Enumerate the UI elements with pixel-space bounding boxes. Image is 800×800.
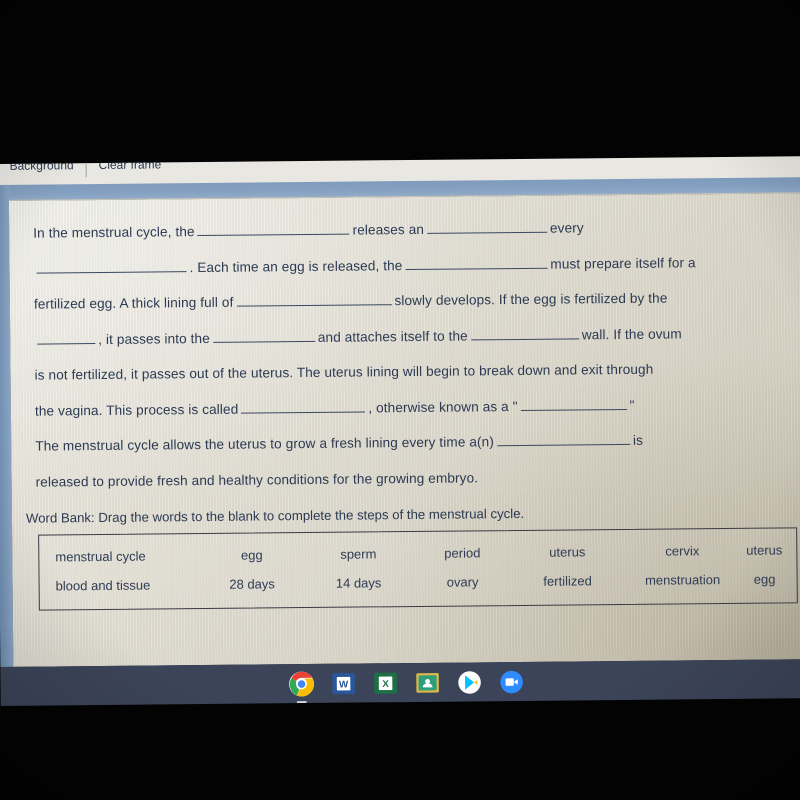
answer-blank[interactable]	[241, 400, 366, 414]
worksheet-text: "	[629, 397, 635, 413]
svg-text:W: W	[339, 679, 349, 690]
worksheet-line: , it passes into the and attaches itself …	[34, 326, 779, 347]
worksheet-text: is not fertilized, it passes out of the …	[34, 361, 654, 383]
word-bank-item[interactable]: period	[412, 545, 512, 561]
word-bank-item[interactable]: 14 days	[305, 575, 413, 591]
worksheet-text: released to provide fresh and healthy co…	[35, 469, 479, 490]
word-bank-item[interactable]: 28 days	[200, 576, 305, 592]
worksheet-text: every	[549, 220, 584, 236]
monitor-top-bezel	[0, 0, 800, 166]
monitor-bottom-bezel	[0, 698, 800, 800]
worksheet-text: the vagina. This process is called	[34, 401, 239, 419]
worksheet-text: and attaches itself to the	[317, 327, 468, 345]
answer-blank[interactable]	[405, 257, 548, 270]
word-bank-item[interactable]: cervix	[622, 543, 742, 559]
word-bank-item[interactable]: uterus	[742, 542, 786, 557]
worksheet-text: In the menstrual cycle, the	[33, 224, 195, 241]
excel-icon[interactable]: X	[372, 670, 398, 696]
word-bank-item[interactable]: sperm	[304, 546, 412, 562]
worksheet-text: releases an	[352, 221, 425, 238]
answer-blank[interactable]	[37, 332, 96, 345]
worksheet-line: the vagina. This process is called , othe…	[35, 397, 780, 418]
chrome-icon[interactable]	[288, 671, 315, 704]
worksheet-line: In the menstrual cycle, the releases an ev…	[33, 219, 778, 240]
word-bank-item[interactable]: egg	[743, 571, 787, 587]
worksheet-text: The menstrual cycle allows the uterus to…	[35, 434, 494, 454]
word-bank-item[interactable]: menstruation	[623, 572, 743, 588]
worksheet-line: fertilized egg. A thick lining full of sl…	[33, 290, 779, 312]
answer-blank[interactable]	[496, 433, 630, 447]
worksheet-text: is	[632, 432, 644, 448]
word-bank-item[interactable]: menstrual cycle	[49, 548, 199, 565]
answer-blank[interactable]	[36, 260, 187, 274]
worksheet-line: is not fertilized, it passes out of the …	[34, 361, 780, 383]
google-play-icon[interactable]	[456, 669, 482, 695]
zoom-icon[interactable]	[498, 669, 524, 695]
word-bank-prompt: Word Bank: Drag the words to the blank t…	[25, 505, 525, 526]
word-icon[interactable]: W	[330, 671, 356, 697]
answer-blank[interactable]	[470, 327, 579, 340]
word-bank[interactable]: menstrual cycle egg sperm period uterus cervi…	[38, 527, 798, 611]
svg-text:X: X	[382, 679, 389, 690]
worksheet-text: fertilized egg. A thick lining full of	[33, 294, 234, 312]
worksheet-text: must prepare itself for a	[550, 254, 696, 272]
word-bank-item[interactable]: egg	[199, 547, 304, 563]
worksheet-line: released to provide fresh and healthy co…	[36, 468, 781, 489]
word-bank-item[interactable]: uterus	[512, 544, 622, 560]
word-bank-item[interactable]: blood and tissue	[50, 577, 200, 594]
answer-blank[interactable]	[520, 398, 627, 411]
worksheet-text: wall. If the ovum	[581, 325, 682, 342]
answer-blank[interactable]	[212, 330, 315, 343]
answer-blank[interactable]	[236, 294, 392, 307]
worksheet-paragraph: In the menstrual cycle, the releases an ev…	[33, 219, 780, 489]
worksheet-text: , it passes into the	[98, 330, 210, 347]
worksheet-text: slowly develops. If the egg is fertilize…	[394, 290, 668, 309]
answer-blank[interactable]	[197, 223, 350, 237]
word-bank-row: blood and tissue 28 days 14 days ovary ferti…	[49, 564, 786, 600]
word-bank-item[interactable]: fertilized	[513, 573, 623, 589]
answer-blank[interactable]	[426, 221, 548, 234]
classroom-icon[interactable]	[414, 670, 440, 696]
screen-photograph: Background Clear frame In the menstrual …	[0, 0, 800, 800]
worksheet-page: In the menstrual cycle, the releases an ev…	[8, 192, 800, 667]
worksheet-text: , otherwise known as a "	[368, 398, 518, 415]
worksheet-line: . Each time an egg is released, the must …	[34, 255, 779, 276]
worksheet-text: . Each time an egg is released, the	[189, 257, 403, 275]
worksheet-line: The menstrual cycle allows the uterus to…	[35, 432, 780, 454]
word-bank-item[interactable]: ovary	[413, 574, 513, 590]
